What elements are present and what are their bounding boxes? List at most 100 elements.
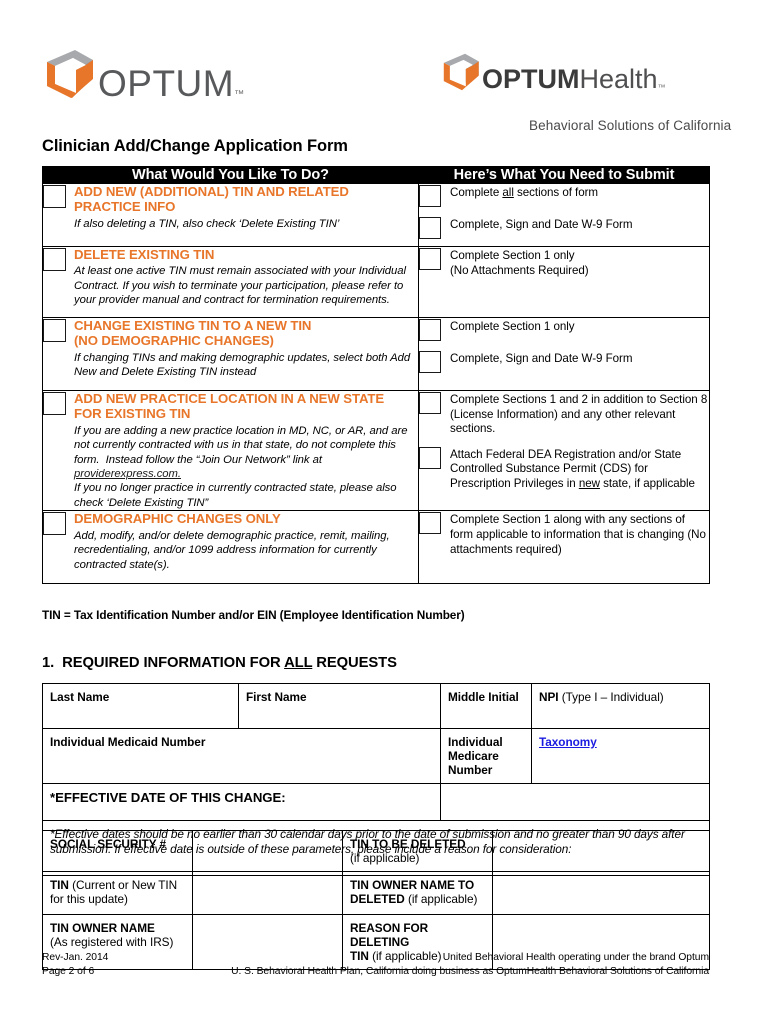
field-npi-label: NPI [539, 690, 559, 704]
field-npi[interactable]: NPI (Type I – Individual) [531, 683, 710, 729]
table-row: DEMOGRAPHIC CHANGES ONLY Add, modify, an… [42, 510, 710, 585]
field-middle-initial[interactable]: Middle Initial [440, 683, 532, 729]
tin-legend: TIN = Tax Identification Number and/or E… [42, 608, 465, 622]
trademark-symbol: ™ [234, 89, 245, 100]
brand-tagline: Behavioral Solutions of California [529, 118, 732, 133]
table-row: TIN (Current or New TIN for this update)… [42, 871, 710, 915]
submit-cell-add-new-practice-location: Complete Sections 1 and 2 in addition to… [418, 389, 710, 512]
table-row: SOCIAL SECURITY # TIN TO BE DELETED (if a… [42, 830, 710, 872]
table-row: ADD NEW PRACTICE LOCATION IN A NEW STATE… [42, 389, 710, 512]
field-npi-note: (Type I – Individual) [561, 690, 664, 704]
checkbox-w9-form[interactable] [419, 351, 441, 373]
footer-right: United Behavioral Health operating under… [231, 951, 709, 979]
optumhealth-logo: OPTUM Health ™ [440, 52, 666, 94]
option-title: DEMOGRAPHIC CHANGES ONLY [74, 511, 281, 527]
checkbox-attach-dea-registration[interactable] [419, 446, 441, 469]
table-row: CHANGE EXISTING TIN TO A NEW TIN (NO DEMO… [42, 317, 710, 391]
header-what-would-you-like-to-do: What Would You Like To Do? [42, 166, 419, 184]
table-row: Individual Medicaid Number Individual Me… [42, 728, 710, 784]
footer-legal-line-1: United Behavioral Health operating under… [442, 952, 709, 963]
checkbox-change-existing-tin[interactable] [43, 319, 66, 342]
providerexpress-link[interactable]: providerexpress.com. [74, 468, 181, 480]
field-social-security-input[interactable] [192, 830, 343, 872]
submit-cell-demographic-changes: Complete Section 1 along with any sectio… [418, 510, 710, 585]
section-1-heading: 1. REQUIRED INFORMATION FOR ALL REQUESTS [42, 655, 397, 671]
option-description: If changing TINs and making demographic … [74, 351, 411, 379]
table-row: DELETE EXISTING TIN At least one active … [42, 246, 710, 318]
checkbox-delete-existing-tin[interactable] [43, 248, 66, 271]
taxonomy-link[interactable]: Taxonomy [539, 735, 597, 749]
field-individual-medicaid-number[interactable]: Individual Medicaid Number [42, 728, 441, 784]
option-cell-add-new-practice-location: ADD NEW PRACTICE LOCATION IN A NEW STATE… [42, 389, 419, 512]
option-title: DELETE EXISTING TIN [74, 247, 215, 262]
field-social-security-label: SOCIAL SECURITY # [42, 830, 193, 872]
optum-wordmark: OPTUM [98, 63, 235, 104]
field-individual-medicare-number[interactable]: Individual Medicare Number [440, 728, 532, 784]
checkbox-demographic-changes-only[interactable] [43, 512, 66, 536]
header-what-you-need-to-submit: Here’s What You Need to Submit [418, 166, 710, 184]
checkbox-w9-form[interactable] [419, 217, 441, 239]
submit-cell-add-new-tin: Complete all sections of form Complete, … [418, 183, 710, 247]
field-first-name[interactable]: First Name [238, 683, 441, 729]
footer-left: Rev-Jan. 2014 Page 2 of 6 [42, 951, 108, 979]
submit-item-label: Complete Section 1 only (No Attachments R… [450, 249, 589, 277]
option-cell-change-existing-tin: CHANGE EXISTING TIN TO A NEW TIN (NO DEMO… [42, 317, 419, 391]
checkbox-complete-sections-1-and-2[interactable] [419, 392, 441, 414]
submit-cell-delete-existing-tin: Complete Section 1 only (No Attachments R… [418, 246, 710, 318]
submit-item-label: Complete, Sign and Date W-9 Form [450, 352, 633, 365]
submit-cell-change-existing-tin: Complete Section 1 only Complete, Sign a… [418, 317, 710, 391]
request-type-table: What Would You Like To Do? Here’s What Y… [42, 166, 710, 585]
option-description: If you are adding a new practice locatio… [74, 424, 408, 509]
option-cell-demographic-changes: DEMOGRAPHIC CHANGES ONLY Add, modify, an… [42, 510, 419, 585]
table-row: Last Name First Name Middle Initial NPI … [42, 683, 710, 729]
field-last-name[interactable]: Last Name [42, 683, 239, 729]
page-footer: Rev-Jan. 2014 Page 2 of 6 United Behavio… [42, 951, 709, 979]
table-row: *EFFECTIVE DATE OF THIS CHANGE: [42, 783, 710, 821]
checkbox-add-new-tin[interactable] [43, 185, 66, 208]
option-cell-add-new-tin: ADD NEW (ADDITIONAL) TIN AND RELATED PRA… [42, 183, 419, 247]
table-header-row: What Would You Like To Do? Here’s What Y… [42, 166, 710, 184]
submit-item-label: Complete Section 1 only [450, 320, 575, 333]
submit-item-label: Complete, Sign and Date W-9 Form [450, 218, 633, 231]
field-tin-owner-name-to-deleted-input[interactable] [492, 871, 710, 915]
optumhealth-wordmark-health: Health [579, 64, 658, 94]
optum-logo: OPTUM ™ [42, 48, 245, 104]
option-title: ADD NEW PRACTICE LOCATION IN A NEW STATE… [74, 391, 385, 422]
option-cell-delete-existing-tin: DELETE EXISTING TIN At least one active … [42, 246, 419, 318]
field-tin-input[interactable] [192, 871, 343, 915]
field-tin-owner-name-to-deleted-label: TIN OWNER NAME TO DELETED (if applicable) [342, 871, 493, 915]
option-title: CHANGE EXISTING TIN TO A NEW TIN (NO DEMO… [74, 318, 312, 349]
optumhealth-logo-mark [443, 53, 479, 91]
field-effective-date-input[interactable] [440, 783, 710, 821]
checkbox-complete-section-1-with-applicable[interactable] [419, 512, 441, 535]
trademark-symbol-right: ™ [657, 83, 666, 92]
submit-item-label: Complete Section 1 along with any sectio… [450, 513, 706, 556]
optum-logo-mark [47, 50, 93, 98]
checkbox-complete-all-sections[interactable] [419, 185, 441, 207]
field-effective-date-label: *EFFECTIVE DATE OF THIS CHANGE: [42, 783, 441, 821]
submit-item-label: Attach Federal DEA Registration and/or S… [450, 447, 695, 490]
section-number: 1. [42, 655, 55, 671]
field-taxonomy[interactable]: Taxonomy [531, 728, 710, 784]
footer-legal-line-2: U. S. Behavioral Health Plan, California… [231, 965, 709, 977]
field-tin-label: TIN (Current or New TIN for this update) [42, 871, 193, 915]
option-description: If also deleting a TIN, also check ‘Dele… [74, 217, 340, 230]
checkbox-complete-section-1-only[interactable] [419, 248, 441, 270]
submit-item-label: Complete Sections 1 and 2 in addition to… [450, 393, 708, 436]
document-page: OPTUM ™ OPTUM Health ™ Behavioral Soluti… [0, 0, 770, 1024]
table-row: ADD NEW (ADDITIONAL) TIN AND RELATED PRA… [42, 183, 710, 247]
checkbox-complete-section-1-only[interactable] [419, 319, 441, 341]
submit-item-label: Complete all sections of form [450, 186, 599, 199]
field-tin-to-be-deleted-input[interactable] [492, 830, 710, 872]
footer-page-number: Page 2 of 6 [42, 965, 95, 977]
logo-header: OPTUM ™ OPTUM Health ™ Behavioral Soluti… [0, 0, 770, 145]
optumhealth-wordmark-optum: OPTUM [482, 64, 580, 94]
footer-revision: Rev-Jan. 2014 [42, 952, 109, 963]
tin-information-table: SOCIAL SECURITY # TIN TO BE DELETED (if a… [42, 830, 710, 970]
checkbox-add-new-practice-location[interactable] [43, 392, 66, 415]
option-title: ADD NEW (ADDITIONAL) TIN AND RELATED PRA… [74, 184, 349, 215]
option-description: At least one active TIN must remain asso… [74, 265, 406, 307]
option-description: Add, modify, and/or delete demographic p… [74, 529, 390, 571]
page-title: Clinician Add/Change Application Form [42, 137, 348, 155]
field-tin-to-be-deleted-label: TIN TO BE DELETED (if applicable) [342, 830, 493, 872]
